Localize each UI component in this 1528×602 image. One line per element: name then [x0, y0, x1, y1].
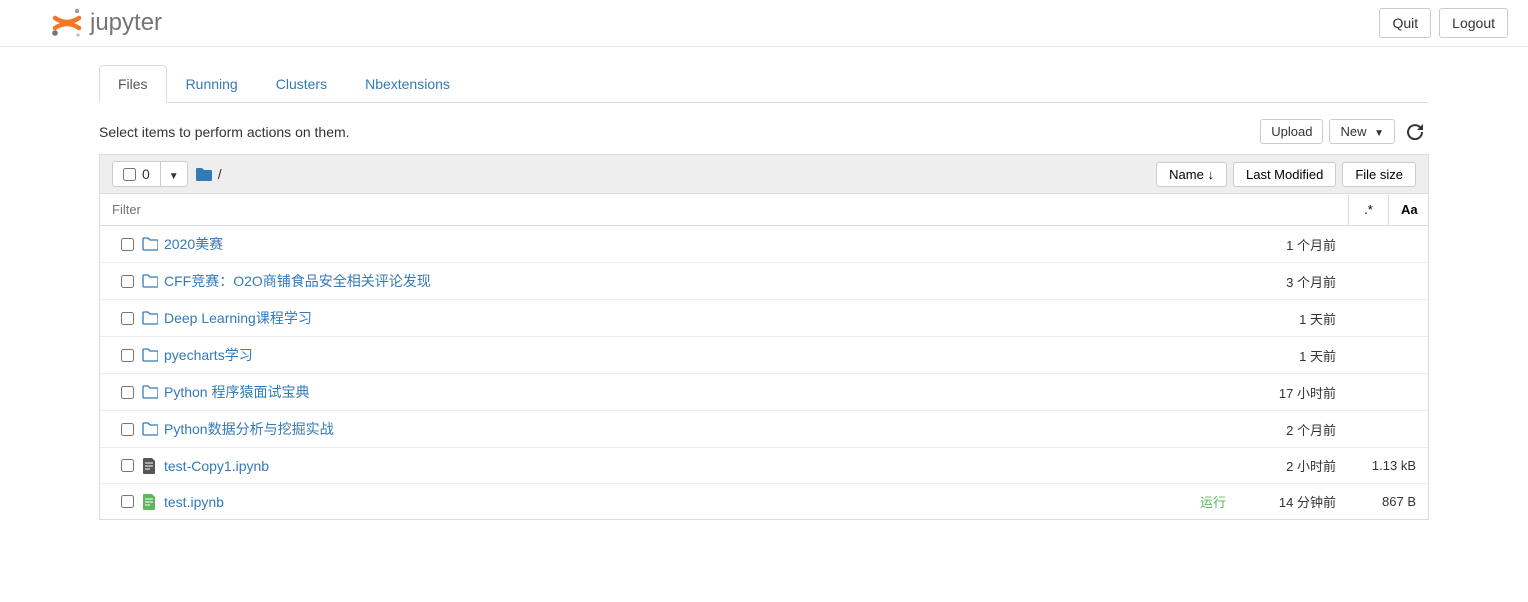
list-item: pyecharts学习1 天前	[100, 336, 1428, 373]
file-modified: 1 个月前	[1236, 235, 1336, 254]
new-button-label: New	[1340, 124, 1366, 139]
folder-icon	[142, 274, 164, 288]
filter-input[interactable]	[100, 194, 1348, 225]
tabs: FilesRunningClustersNbextensions	[99, 65, 1429, 103]
refresh-button[interactable]	[1401, 120, 1429, 144]
file-size: 1.13 kB	[1336, 458, 1416, 473]
folder-icon	[142, 348, 164, 362]
file-name-link[interactable]: CFF竞赛：O2O商铺食品安全相关评论发现	[164, 271, 1236, 291]
refresh-icon	[1407, 124, 1423, 140]
select-dropdown[interactable]: ▼	[161, 162, 187, 186]
list-item: Python数据分析与挖掘实战2 个月前	[100, 410, 1428, 447]
select-all-group: 0 ▼	[112, 161, 188, 187]
toolbar-hint: Select items to perform actions on them.	[99, 124, 350, 140]
logo-text: jupyter	[90, 9, 162, 37]
folder-icon	[142, 422, 164, 436]
file-modified: 1 天前	[1236, 346, 1336, 365]
tab-clusters[interactable]: Clusters	[257, 65, 346, 103]
file-modified: 14 分钟前	[1236, 492, 1336, 511]
quit-button[interactable]: Quit	[1379, 8, 1431, 38]
notebook-icon	[142, 458, 164, 474]
row-checkbox[interactable]	[121, 459, 134, 472]
list-header: 0 ▼ / Name ↓ Last Modified File size	[99, 154, 1429, 194]
row-checkbox[interactable]	[121, 349, 134, 362]
list-item: CFF竞赛：O2O商铺食品安全相关评论发现3 个月前	[100, 262, 1428, 299]
filter-case-button[interactable]: Aa	[1388, 194, 1428, 225]
breadcrumb[interactable]: /	[196, 166, 1148, 182]
caret-down-icon: ▼	[1374, 128, 1384, 139]
select-all-checkbox[interactable]	[123, 168, 136, 181]
row-checkbox[interactable]	[121, 238, 134, 251]
arrow-down-icon: ↓	[1207, 167, 1214, 182]
file-name-link[interactable]: test.ipynb	[164, 494, 1200, 510]
list-item: Deep Learning课程学习1 天前	[100, 299, 1428, 336]
sort-size-button[interactable]: File size	[1342, 162, 1416, 187]
file-name-link[interactable]: Python 程序猿面试宝典	[164, 382, 1236, 402]
list-item: test-Copy1.ipynb2 小时前1.13 kB	[100, 447, 1428, 483]
logout-button[interactable]: Logout	[1439, 8, 1508, 38]
notebook-icon	[142, 494, 164, 510]
row-checkbox[interactable]	[121, 423, 134, 436]
row-checkbox[interactable]	[121, 275, 134, 288]
file-modified: 2 小时前	[1236, 456, 1336, 475]
file-modified: 17 小时前	[1236, 383, 1336, 402]
jupyter-logo[interactable]: jupyter	[50, 8, 162, 38]
row-checkbox[interactable]	[121, 386, 134, 399]
caret-down-icon: ▼	[169, 171, 179, 182]
list-item: test.ipynb运行 14 分钟前867 B	[100, 483, 1428, 519]
header: jupyter Quit Logout	[0, 0, 1528, 47]
list-item: 2020美赛1 个月前	[100, 226, 1428, 262]
selected-count: 0	[142, 166, 150, 182]
file-name-link[interactable]: 2020美赛	[164, 234, 1236, 254]
row-checkbox[interactable]	[121, 495, 134, 508]
filter-regex-button[interactable]: .*	[1348, 194, 1388, 225]
file-name-link[interactable]: test-Copy1.ipynb	[164, 458, 1236, 474]
file-modified: 3 个月前	[1236, 272, 1336, 291]
file-list: 2020美赛1 个月前CFF竞赛：O2O商铺食品安全相关评论发现3 个月前Dee…	[99, 226, 1429, 520]
upload-button[interactable]: Upload	[1260, 119, 1323, 144]
file-name-link[interactable]: pyecharts学习	[164, 345, 1236, 365]
folder-icon	[142, 237, 164, 251]
jupyter-icon	[50, 8, 84, 38]
sort-name-button[interactable]: Name ↓	[1156, 162, 1227, 187]
file-name-link[interactable]: Deep Learning课程学习	[164, 308, 1236, 328]
folder-icon	[142, 311, 164, 325]
tab-files[interactable]: Files	[99, 65, 167, 103]
row-checkbox[interactable]	[121, 312, 134, 325]
file-modified: 1 天前	[1236, 309, 1336, 328]
sort-name-label: Name	[1169, 167, 1204, 182]
tab-running[interactable]: Running	[167, 65, 257, 103]
status-badge: 运行	[1200, 492, 1226, 511]
file-size: 867 B	[1336, 494, 1416, 509]
breadcrumb-path: /	[218, 166, 222, 182]
list-item: Python 程序猿面试宝典17 小时前	[100, 373, 1428, 410]
sort-modified-button[interactable]: Last Modified	[1233, 162, 1336, 187]
new-button[interactable]: New ▼	[1329, 119, 1395, 144]
filter-row: .* Aa	[99, 194, 1429, 226]
file-modified: 2 个月前	[1236, 420, 1336, 439]
folder-icon	[142, 385, 164, 399]
file-name-link[interactable]: Python数据分析与挖掘实战	[164, 419, 1236, 439]
folder-icon	[196, 167, 212, 181]
tab-nbextensions[interactable]: Nbextensions	[346, 65, 469, 103]
